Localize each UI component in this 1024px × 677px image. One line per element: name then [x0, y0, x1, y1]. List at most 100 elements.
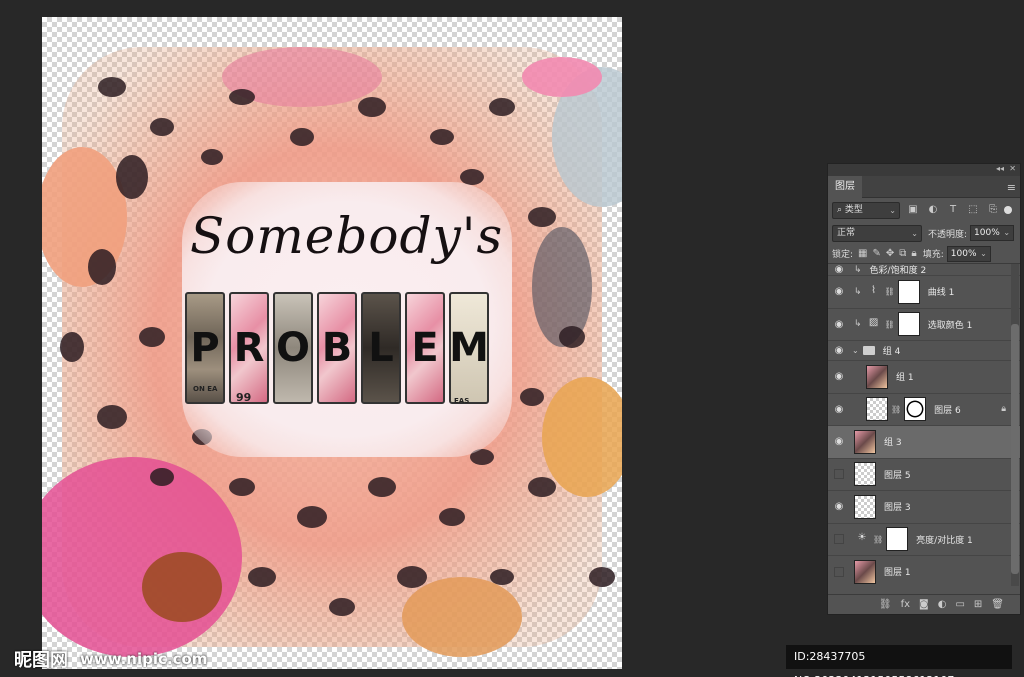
- lock-paint-icon[interactable]: ✎: [873, 248, 881, 259]
- eye-icon[interactable]: ◉: [828, 436, 850, 447]
- script-title-text: Somebody's: [190, 207, 504, 265]
- layer-row[interactable]: ◉ ↳ ▨ ⛓ 选取颜色 1: [828, 309, 1020, 341]
- layer-row-partial[interactable]: ◉ ↳ 色彩/饱和度 2: [828, 264, 1020, 276]
- lock-artboard-icon[interactable]: ⧉: [899, 248, 906, 259]
- plate-letter-r: R: [229, 292, 269, 404]
- eye-icon[interactable]: ◉: [828, 264, 850, 275]
- layer-mask-thumbnail[interactable]: [897, 312, 920, 337]
- layer-thumbnail[interactable]: [854, 559, 876, 584]
- visibility-toggle[interactable]: [834, 566, 844, 577]
- link-icon: ⛓: [873, 534, 884, 544]
- filter-adjustment-icon[interactable]: ◐: [926, 203, 940, 217]
- selective-color-icon: ▨: [868, 317, 879, 329]
- layer-name: 组 4: [882, 347, 901, 357]
- eye-icon[interactable]: ◉: [828, 319, 850, 330]
- watermark-url: www.nipic.com: [80, 650, 208, 668]
- visibility-toggle[interactable]: [834, 469, 844, 480]
- visibility-toggle[interactable]: [834, 534, 844, 545]
- eye-icon[interactable]: ◉: [828, 286, 850, 297]
- filter-smart-object-icon[interactable]: ⎘: [986, 203, 1000, 217]
- new-group-icon[interactable]: ▭: [955, 599, 964, 610]
- eye-icon[interactable]: ◉: [828, 345, 850, 356]
- layer-thumbnail[interactable]: [854, 494, 876, 519]
- eye-icon[interactable]: ◉: [828, 371, 850, 382]
- folder-icon: [862, 346, 875, 355]
- clip-arrow-icon: ↳: [854, 264, 862, 275]
- collapse-panel-icon[interactable]: ◂◂: [996, 164, 1004, 173]
- opacity-label: 不透明度:: [928, 229, 968, 240]
- scrollbar-thumb[interactable]: [1011, 324, 1019, 574]
- link-layers-icon[interactable]: ⛓: [879, 599, 892, 610]
- layer-list[interactable]: ◉ ↳ 色彩/饱和度 2 ◉ ↳ ⌇ ⛓ 曲线 1 ◉ ↳ ▨ ⛓ 选取颜色 1…: [828, 264, 1020, 586]
- plate-letter-b: B: [317, 292, 357, 404]
- add-mask-icon[interactable]: ◙: [919, 599, 929, 610]
- panel-tab-bar: 图层 ≡: [828, 176, 1020, 198]
- layer-thumbnail[interactable]: [866, 364, 888, 389]
- eye-icon[interactable]: ◉: [828, 404, 850, 415]
- layer-name: 亮度/对比度 1: [916, 535, 973, 546]
- plate-letter-m: M: [449, 292, 489, 404]
- link-icon: ⛓: [884, 319, 895, 329]
- document-canvas[interactable]: Somebody's P R O B L E M ON EA 99 EAS: [42, 17, 622, 669]
- new-layer-icon[interactable]: ⊞: [974, 599, 982, 610]
- plate-small-text-3: EAS: [454, 397, 470, 405]
- chevron-down-icon: ⌄: [889, 205, 896, 215]
- layer-row[interactable]: ☀ ⛓ 亮度/对比度 1: [828, 524, 1020, 556]
- watermark-logo: 昵图网: [14, 650, 68, 671]
- layer-row[interactable]: ◉ ↳ ⌇ ⛓ 曲线 1: [828, 276, 1020, 309]
- chevron-down-icon[interactable]: ⌄: [852, 346, 859, 355]
- layer-row[interactable]: ◉ ⛓ 图层 6 🔒︎: [828, 394, 1020, 426]
- layer-style-icon[interactable]: fx: [901, 599, 910, 610]
- layer-row[interactable]: 图层 5: [828, 459, 1020, 491]
- panel-menu-icon[interactable]: ≡: [1007, 181, 1016, 194]
- layer-group-row[interactable]: ◉ ⌄ 组 4: [828, 341, 1020, 361]
- chevron-down-icon: ⌄: [911, 228, 918, 238]
- layer-row[interactable]: 图层 1: [828, 556, 1020, 586]
- layer-name: 选取颜色 1: [927, 320, 973, 331]
- layer-name: 组 1: [896, 373, 914, 384]
- filter-kind-label: 类型: [844, 204, 863, 215]
- blend-mode-value: 正常: [837, 227, 856, 238]
- plate-small-text-1: ON EA: [193, 385, 218, 393]
- layer-name: 图层 3: [884, 503, 911, 514]
- filter-type-icon[interactable]: T: [946, 203, 960, 217]
- opacity-field[interactable]: 100% ⌄: [970, 225, 1015, 241]
- layer-row[interactable]: ◉ 组 1: [828, 361, 1020, 394]
- close-panel-icon[interactable]: ✕: [1009, 164, 1016, 173]
- delete-layer-icon[interactable]: 🗑︎: [991, 599, 1004, 610]
- new-adjustment-icon[interactable]: ◐: [938, 599, 947, 610]
- link-icon: ⛓: [884, 287, 895, 297]
- lock-position-icon[interactable]: ✥: [886, 248, 894, 259]
- layer-name: 图层 5: [884, 470, 911, 481]
- layer-name: 图层 1: [884, 568, 911, 579]
- eye-icon[interactable]: ◉: [828, 501, 850, 512]
- lock-icon: 🔒︎: [1001, 404, 1006, 415]
- lock-row: 锁定: ▦ ✎ ✥ ⧉ 🔒︎ 填充: 100% ⌄: [828, 244, 1020, 264]
- filter-pixel-icon[interactable]: ▣: [906, 203, 920, 217]
- plate-letter-o: O: [273, 292, 313, 404]
- blend-mode-dropdown[interactable]: 正常 ⌄: [832, 224, 922, 242]
- tab-layers[interactable]: 图层: [828, 176, 862, 198]
- filter-toggle[interactable]: [1004, 206, 1012, 214]
- layer-name: 色彩/饱和度 2: [869, 266, 927, 276]
- watermark-id: ID:28437705 NO:20230412150558612107: [786, 645, 1012, 677]
- lock-all-icon[interactable]: 🔒︎: [911, 248, 916, 259]
- layer-filter-row: ⌕ 类型 ⌄ ▣ ◐ T ⬚ ⎘: [828, 198, 1020, 222]
- link-icon: ⛓: [891, 404, 902, 414]
- layer-thumbnail[interactable]: [854, 462, 876, 487]
- fill-field[interactable]: 100% ⌄: [946, 245, 991, 262]
- plate-letter-e: E: [405, 292, 445, 404]
- clip-arrow-icon: ↳: [854, 319, 862, 330]
- lock-transparency-icon[interactable]: ▦: [858, 248, 867, 259]
- layer-list-scrollbar[interactable]: [1011, 264, 1019, 586]
- layer-thumbnail[interactable]: [866, 397, 888, 422]
- layer-thumbnail[interactable]: [854, 429, 876, 454]
- layer-mask-thumbnail[interactable]: [886, 527, 909, 552]
- layer-row-selected[interactable]: ◉ 组 3: [828, 426, 1020, 459]
- filter-kind-dropdown[interactable]: ⌕ 类型 ⌄: [832, 201, 900, 219]
- layers-panel: ◂◂ ✕ 图层 ≡ ⌕ 类型 ⌄ ▣ ◐ T ⬚ ⎘ 正常 ⌄ 不透明度: 10…: [827, 163, 1021, 615]
- layer-row[interactable]: ◉ 图层 3: [828, 491, 1020, 524]
- layer-mask-thumbnail[interactable]: [904, 397, 927, 422]
- layer-mask-thumbnail[interactable]: [897, 279, 920, 304]
- filter-shape-icon[interactable]: ⬚: [966, 203, 980, 217]
